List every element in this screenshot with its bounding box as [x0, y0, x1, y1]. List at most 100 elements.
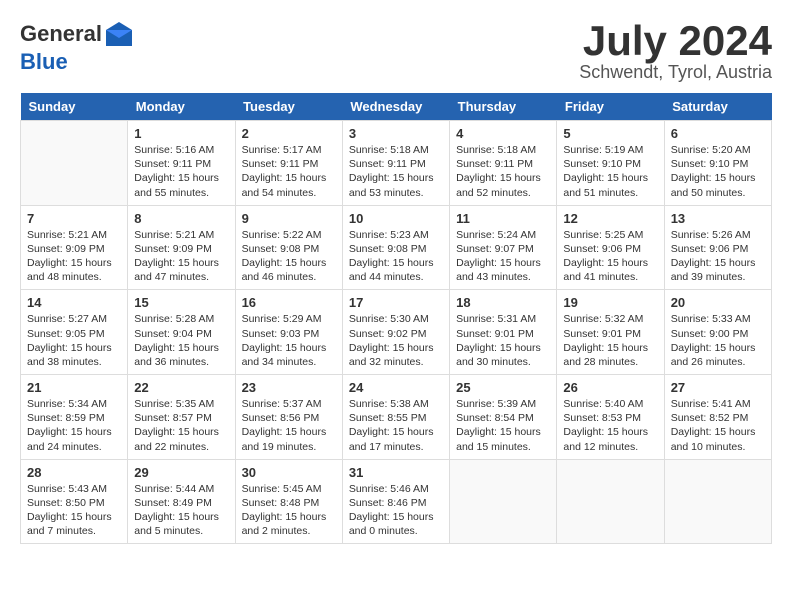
day-info: Sunrise: 5:25 AMSunset: 9:06 PMDaylight:…	[563, 228, 657, 285]
day-number: 22	[134, 380, 228, 395]
page-header: General Blue July 2024 Schwendt, Tyrol, …	[20, 20, 772, 83]
day-number: 28	[27, 465, 121, 480]
day-number: 1	[134, 126, 228, 141]
table-row: 18 Sunrise: 5:31 AMSunset: 9:01 PMDayligh…	[450, 290, 557, 375]
table-row: 20Sunrise: 5:33 AMSunset: 9:00 PMDayligh…	[664, 290, 771, 375]
day-number: 23	[242, 380, 336, 395]
month-title: July 2024	[579, 20, 772, 62]
day-number: 8	[134, 211, 228, 226]
calendar-week-row: 7Sunrise: 5:21 AMSunset: 9:09 PMDaylight…	[21, 205, 772, 290]
calendar-week-row: 14 Sunrise: 5:27 AMSunset: 9:05 PMDayligh…	[21, 290, 772, 375]
day-number: 17	[349, 295, 443, 310]
day-number: 27	[671, 380, 765, 395]
table-row: 9 Sunrise: 5:22 AMSunset: 9:08 PMDaylight…	[235, 205, 342, 290]
day-info: Sunrise: 5:20 AMSunset: 9:10 PMDaylight:…	[671, 143, 765, 200]
table-row: 7Sunrise: 5:21 AMSunset: 9:09 PMDaylight…	[21, 205, 128, 290]
table-row: 16 Sunrise: 5:29 AMSunset: 9:03 PMDayligh…	[235, 290, 342, 375]
col-monday: Monday	[128, 93, 235, 121]
day-info: Sunrise: 5:40 AMSunset: 8:53 PMDaylight:…	[563, 397, 657, 454]
logo-general-text: General	[20, 21, 102, 46]
day-info: Sunrise: 5:34 AMSunset: 8:59 PMDaylight:…	[27, 397, 121, 454]
table-row: 30Sunrise: 5:45 AMSunset: 8:48 PMDayligh…	[235, 459, 342, 544]
day-info: Sunrise: 5:23 AMSunset: 9:08 PMDaylight:…	[349, 228, 443, 285]
table-row: 15Sunrise: 5:28 AMSunset: 9:04 PMDayligh…	[128, 290, 235, 375]
day-info: Sunrise: 5:33 AMSunset: 9:00 PMDaylight:…	[671, 312, 765, 369]
day-info: Sunrise: 5:45 AMSunset: 8:48 PMDaylight:…	[242, 482, 336, 539]
day-info: Sunrise: 5:27 AMSunset: 9:05 PMDaylight:…	[27, 312, 121, 369]
day-number: 3	[349, 126, 443, 141]
day-info: Sunrise: 5:21 AMSunset: 9:09 PMDaylight:…	[134, 228, 228, 285]
day-number: 14	[27, 295, 121, 310]
day-number: 12	[563, 211, 657, 226]
col-sunday: Sunday	[21, 93, 128, 121]
day-number: 16	[242, 295, 336, 310]
day-number: 21	[27, 380, 121, 395]
day-number: 24	[349, 380, 443, 395]
day-number: 2	[242, 126, 336, 141]
col-tuesday: Tuesday	[235, 93, 342, 121]
day-info: Sunrise: 5:43 AMSunset: 8:50 PMDaylight:…	[27, 482, 121, 539]
day-number: 4	[456, 126, 550, 141]
day-info: Sunrise: 5:32 AMSunset: 9:01 PMDaylight:…	[563, 312, 657, 369]
table-row: 27 Sunrise: 5:41 AMSunset: 8:52 PMDayligh…	[664, 375, 771, 460]
day-info: Sunrise: 5:26 AMSunset: 9:06 PMDaylight:…	[671, 228, 765, 285]
day-number: 26	[563, 380, 657, 395]
day-number: 13	[671, 211, 765, 226]
day-number: 6	[671, 126, 765, 141]
calendar-table: Sunday Monday Tuesday Wednesday Thursday…	[20, 93, 772, 544]
day-info: Sunrise: 5:38 AMSunset: 8:55 PMDaylight:…	[349, 397, 443, 454]
day-number: 9	[242, 211, 336, 226]
day-info: Sunrise: 5:22 AMSunset: 9:08 PMDaylight:…	[242, 228, 336, 285]
table-row: 8 Sunrise: 5:21 AMSunset: 9:09 PMDaylight…	[128, 205, 235, 290]
table-row	[21, 121, 128, 206]
table-row: 13 Sunrise: 5:26 AMSunset: 9:06 PMDayligh…	[664, 205, 771, 290]
table-row: 17 Sunrise: 5:30 AMSunset: 9:02 PMDayligh…	[342, 290, 449, 375]
table-row: 21 Sunrise: 5:34 AMSunset: 8:59 PMDayligh…	[21, 375, 128, 460]
table-row: 19Sunrise: 5:32 AMSunset: 9:01 PMDayligh…	[557, 290, 664, 375]
day-info: Sunrise: 5:30 AMSunset: 9:02 PMDaylight:…	[349, 312, 443, 369]
table-row: 28 Sunrise: 5:43 AMSunset: 8:50 PMDayligh…	[21, 459, 128, 544]
logo-blue-text: Blue	[20, 50, 136, 74]
day-number: 25	[456, 380, 550, 395]
day-info: Sunrise: 5:44 AMSunset: 8:49 PMDaylight:…	[134, 482, 228, 539]
table-row: 25Sunrise: 5:39 AMSunset: 8:54 PMDayligh…	[450, 375, 557, 460]
title-block: July 2024 Schwendt, Tyrol, Austria	[579, 20, 772, 83]
day-info: Sunrise: 5:17 AMSunset: 9:11 PMDaylight:…	[242, 143, 336, 200]
col-wednesday: Wednesday	[342, 93, 449, 121]
table-row: 1Sunrise: 5:16 AMSunset: 9:11 PMDaylight…	[128, 121, 235, 206]
calendar-week-row: 1Sunrise: 5:16 AMSunset: 9:11 PMDaylight…	[21, 121, 772, 206]
table-row	[557, 459, 664, 544]
col-thursday: Thursday	[450, 93, 557, 121]
day-info: Sunrise: 5:31 AMSunset: 9:01 PMDaylight:…	[456, 312, 550, 369]
logo: General Blue	[20, 20, 136, 74]
table-row	[664, 459, 771, 544]
day-number: 31	[349, 465, 443, 480]
table-row: 24 Sunrise: 5:38 AMSunset: 8:55 PMDayligh…	[342, 375, 449, 460]
table-row: 31 Sunrise: 5:46 AMSunset: 8:46 PMDayligh…	[342, 459, 449, 544]
day-number: 29	[134, 465, 228, 480]
location-text: Schwendt, Tyrol, Austria	[579, 62, 772, 83]
table-row: 10Sunrise: 5:23 AMSunset: 9:08 PMDayligh…	[342, 205, 449, 290]
day-info: Sunrise: 5:29 AMSunset: 9:03 PMDaylight:…	[242, 312, 336, 369]
calendar-header-row: Sunday Monday Tuesday Wednesday Thursday…	[21, 93, 772, 121]
calendar-week-row: 21 Sunrise: 5:34 AMSunset: 8:59 PMDayligh…	[21, 375, 772, 460]
calendar-week-row: 28 Sunrise: 5:43 AMSunset: 8:50 PMDayligh…	[21, 459, 772, 544]
table-row: 22 Sunrise: 5:35 AMSunset: 8:57 PMDayligh…	[128, 375, 235, 460]
day-info: Sunrise: 5:28 AMSunset: 9:04 PMDaylight:…	[134, 312, 228, 369]
table-row: 29 Sunrise: 5:44 AMSunset: 8:49 PMDayligh…	[128, 459, 235, 544]
table-row: 3 Sunrise: 5:18 AMSunset: 9:11 PMDaylight…	[342, 121, 449, 206]
table-row: 14 Sunrise: 5:27 AMSunset: 9:05 PMDayligh…	[21, 290, 128, 375]
table-row	[450, 459, 557, 544]
col-saturday: Saturday	[664, 93, 771, 121]
day-info: Sunrise: 5:37 AMSunset: 8:56 PMDaylight:…	[242, 397, 336, 454]
day-info: Sunrise: 5:18 AMSunset: 9:11 PMDaylight:…	[349, 143, 443, 200]
day-info: Sunrise: 5:21 AMSunset: 9:09 PMDaylight:…	[27, 228, 121, 285]
day-info: Sunrise: 5:41 AMSunset: 8:52 PMDaylight:…	[671, 397, 765, 454]
day-number: 18	[456, 295, 550, 310]
day-number: 11	[456, 211, 550, 226]
day-info: Sunrise: 5:46 AMSunset: 8:46 PMDaylight:…	[349, 482, 443, 539]
day-info: Sunrise: 5:24 AMSunset: 9:07 PMDaylight:…	[456, 228, 550, 285]
day-number: 5	[563, 126, 657, 141]
day-info: Sunrise: 5:35 AMSunset: 8:57 PMDaylight:…	[134, 397, 228, 454]
table-row: 26 Sunrise: 5:40 AMSunset: 8:53 PMDayligh…	[557, 375, 664, 460]
